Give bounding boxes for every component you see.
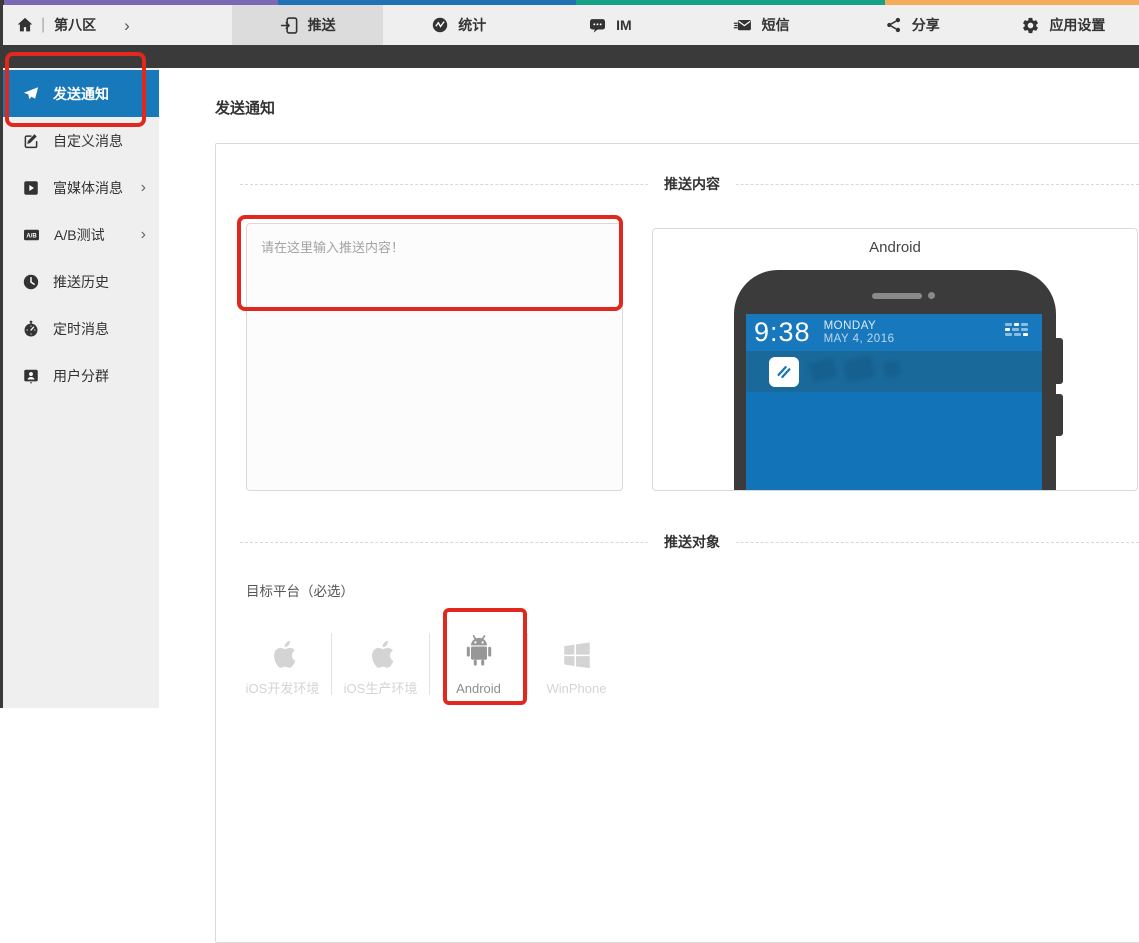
windows-icon [560, 638, 594, 672]
sliders-icon [1005, 323, 1028, 336]
sidebar-item-label: 自定义消息 [53, 131, 123, 151]
ab-icon-text: A/B [26, 233, 37, 239]
sidebar-item-ab-test[interactable]: A/B A/B测试 › [3, 211, 159, 258]
push-target-divider: 推送对象 [240, 542, 1139, 543]
header-dark-band [0, 45, 1139, 68]
lockscreen-weekday: MONDAY [824, 320, 895, 333]
stripe-segment [576, 0, 885, 5]
user-group-icon [22, 367, 40, 385]
history-icon [22, 273, 40, 291]
edit-icon [22, 132, 40, 150]
android-preview-card: Android 9:38 MONDAY MAY 4, 2016 [652, 228, 1138, 491]
jpush-app-icon [769, 357, 799, 387]
push-content-input[interactable] [246, 223, 623, 491]
stripe-segment [278, 0, 576, 5]
phone-camera-dot [928, 292, 935, 299]
gear-icon [1021, 16, 1040, 35]
tab-share[interactable]: 分享 [837, 5, 988, 45]
sidebar-item-label: A/B测试 [54, 225, 105, 245]
sidebar-item-scheduled-message[interactable]: 定时消息 [3, 305, 159, 352]
brand-stripe [0, 0, 1139, 5]
send-icon [22, 85, 40, 103]
tab-stats[interactable]: 统计 [383, 5, 534, 45]
ghost-text [842, 355, 876, 384]
sidebar-item-label: 定时消息 [53, 319, 109, 339]
main-content: 发送通知 推送内容 Android 9:38 MONDAY MAY 4, 201… [159, 68, 1139, 708]
chevron-right-icon: › [141, 226, 146, 244]
send-notification-panel: 推送内容 Android 9:38 MONDAY MAY 4, 2016 [215, 143, 1139, 943]
platform-winphone[interactable]: WinPhone [528, 614, 625, 696]
stripe-segment [885, 0, 1139, 5]
sms-icon [733, 16, 753, 35]
platform-label: iOS生产环境 [344, 681, 418, 696]
home-icon [16, 16, 34, 34]
im-icon [588, 16, 607, 35]
current-app-name: 第八区 [54, 15, 96, 35]
platform-label: WinPhone [547, 681, 607, 696]
nav-tabs: 推送 统计 IM 短信 分享 [232, 5, 1139, 45]
top-navbar: | 第八区 › 推送 统计 IM 短信 [0, 5, 1139, 45]
platform-label: iOS开发环境 [246, 681, 320, 696]
push-content-divider: 推送内容 [240, 184, 1139, 185]
push-icon [280, 16, 299, 35]
tab-label: IM [616, 17, 632, 33]
timer-icon [22, 320, 40, 338]
lockscreen-date: MAY 4, 2016 [824, 333, 895, 346]
ghost-text [882, 359, 901, 378]
ghost-text [808, 357, 838, 383]
sidebar-item-label: 推送历史 [53, 272, 109, 292]
platform-ios-dev[interactable]: iOS开发环境 [234, 614, 331, 696]
phone-screen-body [746, 392, 1042, 491]
phone-status-bar: 9:38 MONDAY MAY 4, 2016 [746, 314, 1042, 351]
chevron-right-icon: › [124, 17, 130, 34]
target-platform-label: 目标平台（必选） [246, 580, 354, 600]
tab-im[interactable]: IM [534, 5, 685, 45]
left-dark-strip [0, 5, 3, 708]
tab-label: 短信 [762, 15, 790, 35]
apple-icon [365, 636, 397, 672]
apple-icon [267, 636, 299, 672]
lockscreen-time: 9:38 [754, 317, 811, 348]
chevron-right-icon: › [141, 179, 146, 197]
preview-platform-title: Android [653, 239, 1137, 256]
share-icon [885, 16, 903, 34]
sidebar-item-custom-message[interactable]: 自定义消息 [3, 117, 159, 164]
phone-speaker [872, 293, 922, 299]
tab-label: 推送 [308, 15, 336, 35]
android-icon [460, 632, 498, 672]
tab-label: 统计 [458, 15, 486, 35]
ab-test-icon: A/B [22, 226, 41, 244]
phone-screen: 9:38 MONDAY MAY 4, 2016 [746, 314, 1042, 491]
tab-label: 应用设置 [1049, 15, 1105, 35]
divider: | [41, 16, 45, 34]
notification-row [746, 351, 1042, 392]
stats-icon [431, 16, 449, 34]
sidebar-item-label: 富媒体消息 [53, 178, 123, 198]
sidebar-item-user-segments[interactable]: 用户分群 [3, 352, 159, 399]
phone-side-button [1056, 338, 1063, 384]
section-label-push-target: 推送对象 [648, 532, 736, 553]
tab-sms[interactable]: 短信 [686, 5, 837, 45]
phone-mockup: 9:38 MONDAY MAY 4, 2016 [734, 270, 1056, 491]
sidebar-item-push-history[interactable]: 推送历史 [3, 258, 159, 305]
tab-app-settings[interactable]: 应用设置 [988, 5, 1139, 45]
sidebar: 发送通知 自定义消息 富媒体消息 › A/B A/B测试 › 推送历史 定时消息 [3, 68, 159, 708]
app-selector[interactable]: | 第八区 › [0, 5, 232, 45]
sidebar-item-label: 用户分群 [53, 366, 109, 386]
sidebar-item-label: 发送通知 [53, 84, 109, 104]
sidebar-item-rich-media[interactable]: 富媒体消息 › [3, 164, 159, 211]
phone-side-button [1056, 394, 1063, 436]
platform-ios-prod[interactable]: iOS生产环境 [332, 614, 429, 696]
rich-media-icon [22, 179, 40, 197]
tab-label: 分享 [912, 15, 940, 35]
section-label-push-content: 推送内容 [648, 174, 736, 195]
stripe-segment [4, 0, 278, 5]
platform-options: iOS开发环境 iOS生产环境 Android Wi [234, 614, 625, 696]
sidebar-item-send-notification[interactable]: 发送通知 [3, 70, 159, 117]
page-title: 发送通知 [215, 97, 275, 118]
platform-android[interactable]: Android [430, 614, 527, 696]
tab-push[interactable]: 推送 [232, 5, 383, 45]
platform-label: Android [456, 681, 501, 696]
